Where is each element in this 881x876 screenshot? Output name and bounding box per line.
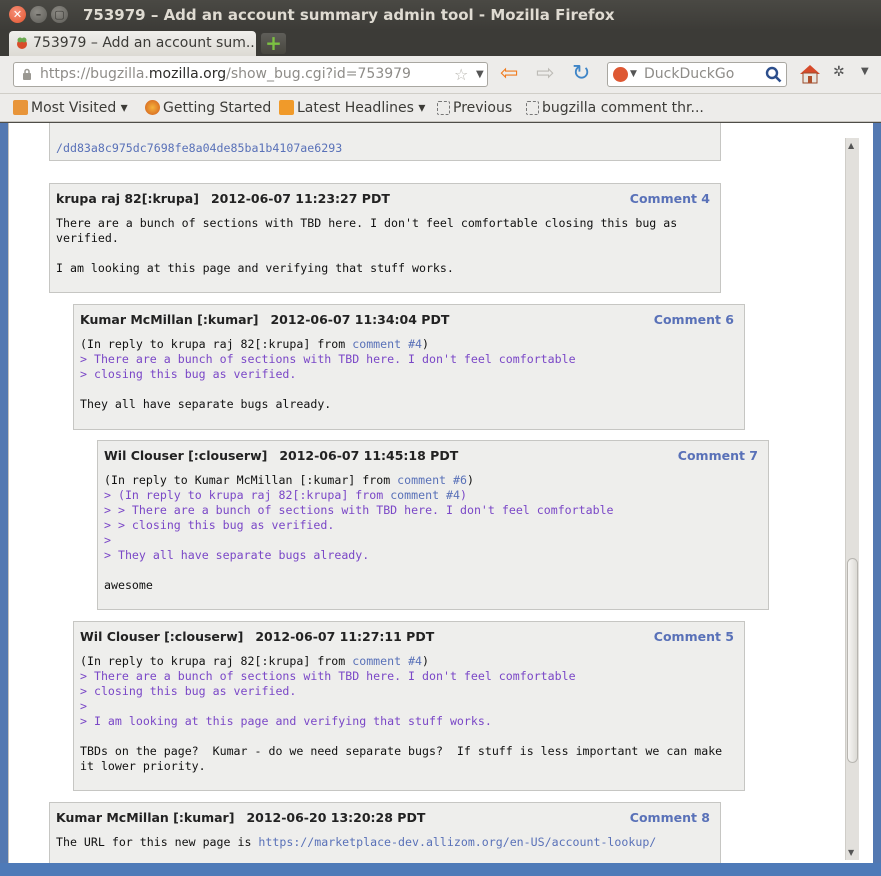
- home-icon[interactable]: [798, 62, 822, 86]
- comment-6: Kumar McMillan [:kumar] 2012-06-07 11:34:…: [73, 304, 745, 430]
- vertical-scrollbar[interactable]: ▲ ▼: [845, 138, 859, 860]
- bugzilla-favicon-icon: [17, 37, 27, 49]
- comment-header: Kumar McMillan [:kumar] 2012-06-07 11:34:…: [80, 312, 449, 327]
- comment-header: krupa raj 82[:krupa] 2012-06-07 11:23:27 …: [56, 191, 390, 206]
- comment-datetime: 2012-06-07 11:23:27 PDT: [210, 191, 390, 206]
- search-engine-dropdown-icon[interactable]: ▼: [630, 63, 637, 86]
- rss-folder-icon: [13, 100, 28, 115]
- comment-text: There are a bunch of sections with TBD h…: [56, 216, 678, 275]
- bookmark-latest-headlines[interactable]: Latest Headlines ▾: [279, 99, 425, 117]
- back-button[interactable]: ⇦: [500, 63, 518, 85]
- search-box[interactable]: ▼ DuckDuckGo: [607, 62, 787, 87]
- quoted-comment-link[interactable]: comment #4: [390, 488, 460, 502]
- url-bar[interactable]: https://bugzilla.mozilla.org/show_bug.cg…: [13, 62, 488, 87]
- comment-text: The URL for this new page is https://mar…: [56, 835, 657, 849]
- comment-header: Wil Clouser [:clouserw] 2012-06-07 11:27:…: [80, 629, 434, 644]
- close-window-button[interactable]: ✕: [9, 6, 26, 23]
- url-prefix: https://bugzilla.: [40, 66, 149, 82]
- url-history-dropdown-icon[interactable]: ▼: [476, 63, 484, 86]
- comment-author[interactable]: Kumar McMillan [:kumar]: [56, 810, 234, 825]
- bottom-frame-edge: [0, 863, 881, 876]
- changeset-link[interactable]: /dd83a8c975dc7698fe8a04de85ba1b4107ae629…: [56, 141, 342, 155]
- browser-window: ✕ – ▢ 753979 – Add an account summary ad…: [0, 0, 881, 876]
- comment-header: Wil Clouser [:clouserw] 2012-06-07 11:45:…: [104, 448, 458, 463]
- url-path: /show_bug.cgi?id=753979: [226, 66, 411, 82]
- url-domain: mozilla.org: [148, 66, 227, 82]
- comment-4: krupa raj 82[:krupa] 2012-06-07 11:23:27 …: [49, 183, 721, 293]
- bookmark-star-icon[interactable]: ☆: [454, 63, 468, 86]
- account-lookup-link[interactable]: https://marketplace-dev.allizom.org/en-U…: [258, 835, 656, 849]
- reply-comment-link[interactable]: comment #4: [352, 337, 422, 351]
- navigation-toolbar: https://bugzilla.mozilla.org/show_bug.cg…: [0, 56, 881, 94]
- page-content: /dd83a8c975dc7698fe8a04de85ba1b4107ae629…: [8, 123, 873, 863]
- addon-bug-icon[interactable]: ✲: [833, 64, 851, 84]
- duckduckgo-icon[interactable]: [613, 67, 628, 82]
- lock-icon: [23, 68, 31, 80]
- bookmarks-toolbar: Most Visited ▾ Getting Started Latest He…: [0, 94, 881, 122]
- comment-number-link[interactable]: Comment 7: [678, 448, 758, 463]
- reload-button[interactable]: ↻: [572, 63, 590, 85]
- tab-strip: 753979 – Add an account sum... +: [0, 30, 881, 56]
- scroll-up-icon[interactable]: ▲: [848, 141, 854, 150]
- page-icon: [437, 101, 450, 115]
- comment-8: Kumar McMillan [:kumar] 2012-06-20 13:20:…: [49, 802, 721, 863]
- bookmark-most-visited[interactable]: Most Visited ▾: [13, 99, 128, 117]
- comment-header: Kumar McMillan [:kumar] 2012-06-20 13:20:…: [56, 810, 425, 825]
- reply-comment-link[interactable]: comment #4: [352, 654, 422, 668]
- new-tab-button[interactable]: +: [261, 33, 286, 54]
- partial-comment: /dd83a8c975dc7698fe8a04de85ba1b4107ae629…: [49, 123, 721, 161]
- bookmark-getting-started[interactable]: Getting Started: [145, 99, 271, 117]
- comment-7: Wil Clouser [:clouserw] 2012-06-07 11:45:…: [97, 440, 769, 610]
- title-bar: ✕ – ▢ 753979 – Add an account summary ad…: [0, 0, 881, 30]
- firefox-icon: [145, 100, 160, 115]
- window-title: 753979 – Add an account summary admin to…: [83, 6, 615, 24]
- comment-author[interactable]: Wil Clouser [:clouserw]: [80, 629, 243, 644]
- comment-number-link[interactable]: Comment 5: [654, 629, 734, 644]
- comment-datetime: 2012-06-07 11:27:11 PDT: [255, 629, 435, 644]
- bookmark-previous[interactable]: Previous: [437, 99, 512, 117]
- comment-author[interactable]: Kumar McMillan [:kumar]: [80, 312, 258, 327]
- comment-author[interactable]: krupa raj 82[:krupa]: [56, 191, 199, 206]
- comment-number-link[interactable]: Comment 4: [630, 191, 710, 206]
- search-placeholder: DuckDuckGo: [644, 66, 735, 82]
- comment-5: Wil Clouser [:clouserw] 2012-06-07 11:27:…: [73, 621, 745, 791]
- left-frame-edge: [0, 123, 8, 863]
- comment-text: (In reply to krupa raj 82[:krupa] from c…: [80, 337, 576, 411]
- comment-number-link[interactable]: Comment 8: [630, 810, 710, 825]
- minimize-window-button[interactable]: –: [30, 6, 47, 23]
- reply-comment-link[interactable]: comment #6: [397, 473, 467, 487]
- toolbar-menu-icon[interactable]: ▼: [861, 66, 869, 77]
- comment-text: (In reply to krupa raj 82[:krupa] from c…: [80, 654, 723, 773]
- right-frame-edge: [873, 123, 881, 863]
- comment-author[interactable]: Wil Clouser [:clouserw]: [104, 448, 267, 463]
- page-icon: [526, 101, 539, 115]
- tab-bug-753979[interactable]: 753979 – Add an account sum...: [9, 31, 256, 56]
- comment-number-link[interactable]: Comment 6: [654, 312, 734, 327]
- rss-icon: [279, 100, 294, 115]
- search-icon[interactable]: [765, 66, 782, 83]
- comment-datetime: 2012-06-20 13:20:28 PDT: [246, 810, 426, 825]
- comment-text: (In reply to Kumar McMillan [:kumar] fro…: [104, 473, 614, 592]
- forward-button[interactable]: ⇨: [536, 63, 554, 85]
- comment-datetime: 2012-06-07 11:45:18 PDT: [279, 448, 459, 463]
- bookmark-bugzilla-comment-thread[interactable]: bugzilla comment thr...: [526, 99, 704, 117]
- scrollbar-thumb[interactable]: [847, 558, 858, 763]
- comment-datetime: 2012-06-07 11:34:04 PDT: [270, 312, 450, 327]
- scroll-down-icon[interactable]: ▼: [848, 848, 854, 857]
- maximize-window-button[interactable]: ▢: [51, 6, 68, 23]
- tab-label: 753979 – Add an account sum...: [33, 35, 256, 51]
